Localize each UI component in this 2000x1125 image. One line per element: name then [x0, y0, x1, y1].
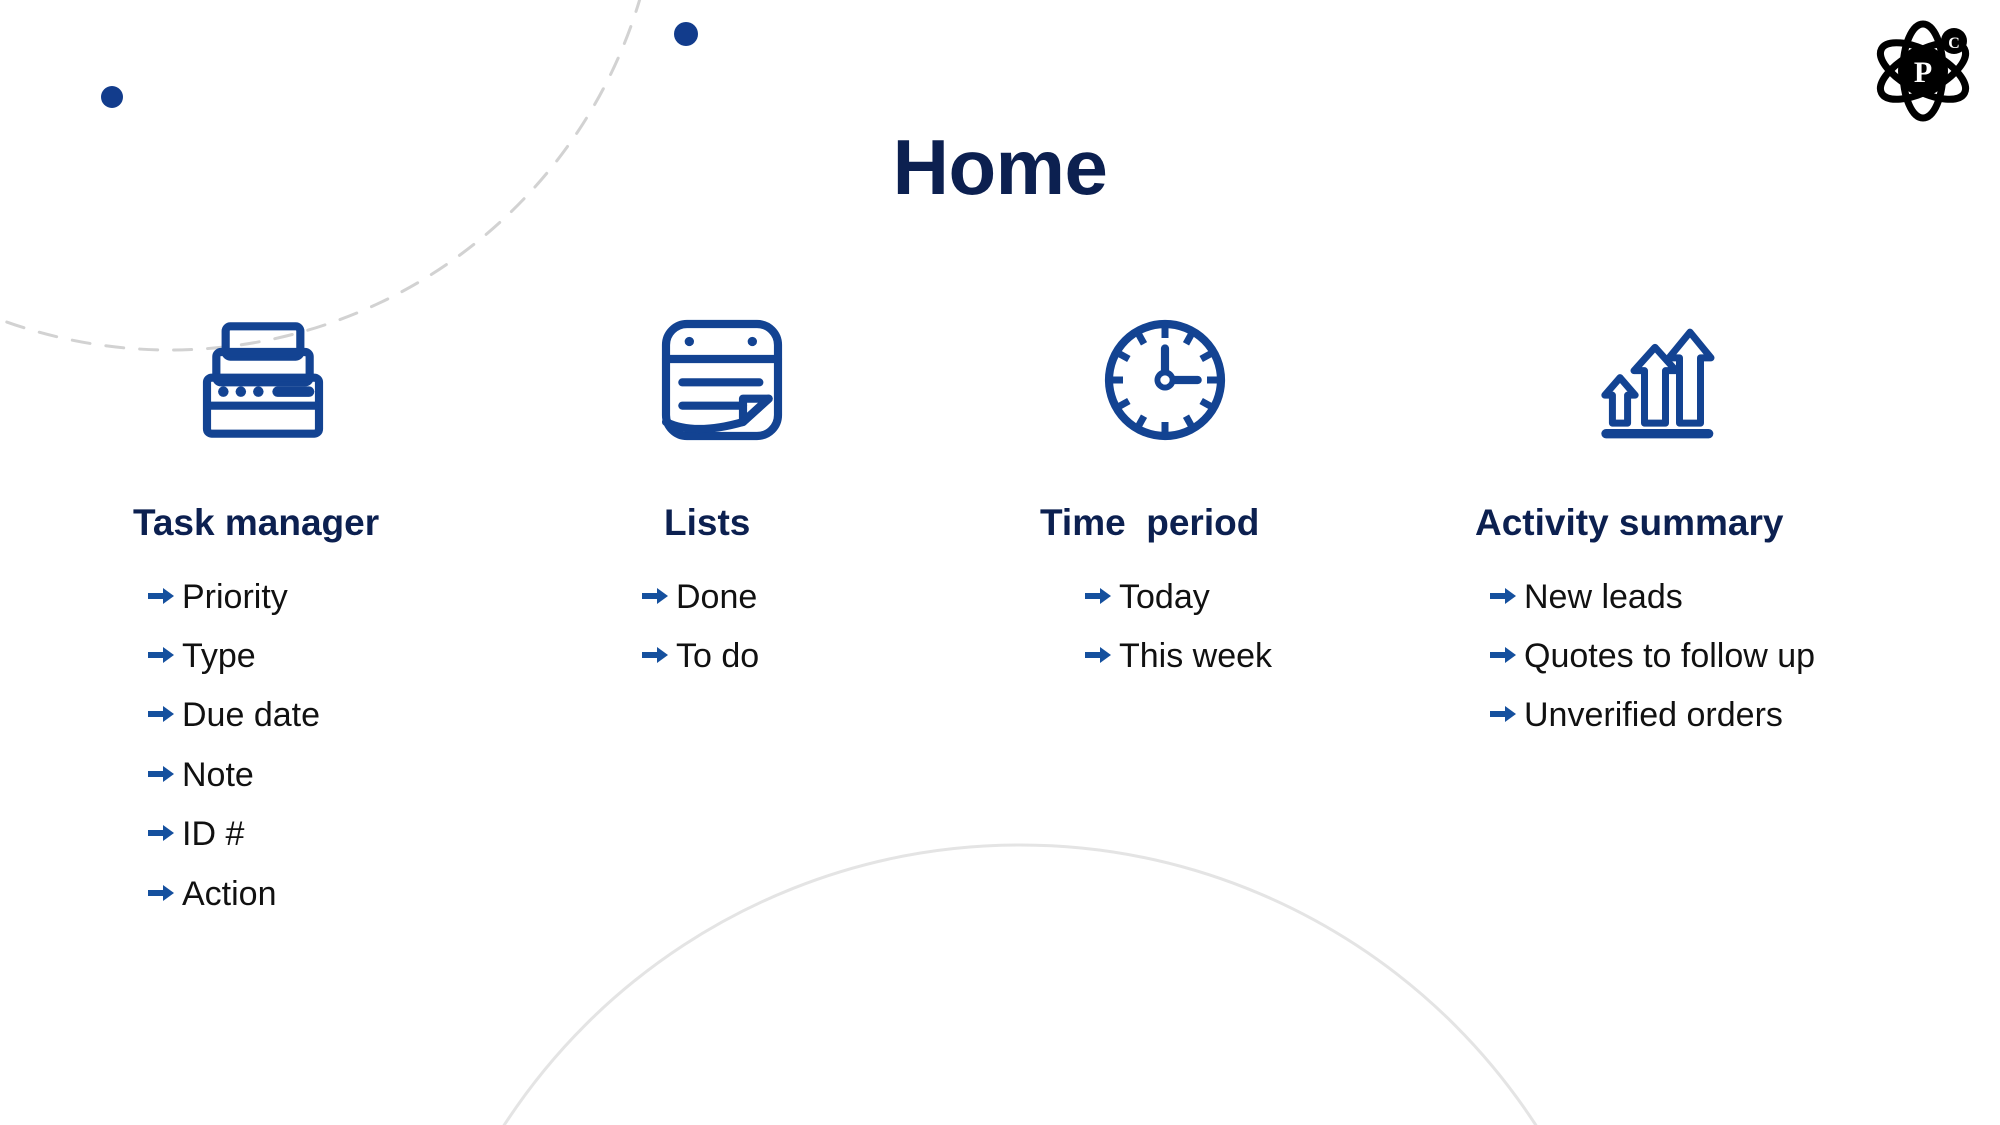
- clock-icon-wrap: [1040, 300, 1272, 460]
- list-item[interactable]: New leads: [1490, 577, 1815, 616]
- arrow-bullet-icon: [148, 586, 182, 606]
- column-activity-summary: Activity summary New leads Quotes to fol…: [1475, 300, 1815, 757]
- page-title: Home: [892, 123, 1108, 211]
- arrow-bullet-icon: [1085, 645, 1119, 665]
- list-activity-summary: New leads Quotes to follow up Unverified…: [1475, 577, 1816, 735]
- growth-arrows-icon: [1601, 328, 1715, 439]
- column-heading-lists: Lists: [664, 502, 751, 543]
- list-item[interactable]: To do: [642, 636, 792, 675]
- notepad-icon: [661, 319, 783, 441]
- list-time-period: Today This week: [1040, 577, 1273, 676]
- list-item[interactable]: Unverified orders: [1490, 696, 1815, 735]
- column-task-manager: Task manager Priority Type Due date Note…: [133, 300, 379, 935]
- column-lists: Lists Done To do: [632, 300, 792, 697]
- list-item-label: This week: [1119, 636, 1273, 675]
- list-item-label: Due date: [182, 696, 320, 735]
- arrow-bullet-icon: [642, 645, 676, 665]
- arrow-bullet-icon: [148, 883, 182, 903]
- feature-columns: Task manager Priority Type Due date Note…: [0, 300, 2000, 1060]
- arrow-bullet-icon: [148, 823, 182, 843]
- list-item-label: Unverified orders: [1524, 696, 1783, 735]
- list-item[interactable]: This week: [1085, 636, 1273, 675]
- column-time-period: Time period Today This week: [1040, 300, 1272, 697]
- list-item[interactable]: ID #: [148, 815, 379, 854]
- list-item[interactable]: Today: [1085, 577, 1272, 616]
- arrow-bullet-icon: [148, 645, 182, 665]
- tray-stack-icon: [202, 322, 324, 438]
- arrow-bullet-icon: [1490, 586, 1524, 606]
- list-item-label: Today: [1119, 577, 1210, 616]
- arrow-bullet-icon: [1085, 586, 1119, 606]
- accent-dot-right: [674, 22, 698, 46]
- list-item-label: ID #: [182, 815, 245, 854]
- list-item[interactable]: Due date: [148, 696, 379, 735]
- column-heading-time-period: Time period: [1040, 502, 1260, 543]
- column-heading-activity-summary: Activity summary: [1475, 502, 1784, 543]
- column-heading-task-manager: Task manager: [133, 502, 380, 543]
- list-item[interactable]: Quotes to follow up: [1490, 636, 1816, 675]
- list-item[interactable]: Note: [148, 755, 379, 794]
- logo-nucleus-letter: P: [1914, 56, 1932, 89]
- list-item[interactable]: Priority: [148, 577, 379, 616]
- clock-icon: [1104, 319, 1226, 441]
- logo-badge-letter: C: [1948, 35, 1960, 52]
- tray-stack-icon-wrap: [133, 300, 379, 460]
- atom-logo[interactable]: P C: [1868, 14, 1978, 124]
- accent-dot-left: [101, 86, 123, 108]
- list-lists: Done To do: [632, 577, 792, 676]
- list-item-label: Priority: [182, 577, 288, 616]
- list-item-label: To do: [676, 636, 760, 675]
- list-item-label: Action: [182, 874, 277, 913]
- list-item[interactable]: Type: [148, 636, 379, 675]
- arrow-bullet-icon: [148, 704, 182, 724]
- arrow-bullet-icon: [148, 764, 182, 784]
- arrow-bullet-icon: [1490, 645, 1524, 665]
- slide-canvas: P C Home Task manager Priority Type Due …: [0, 0, 2000, 1125]
- list-item[interactable]: Done: [642, 577, 792, 616]
- list-item-label: New leads: [1524, 577, 1683, 616]
- list-item[interactable]: Action: [148, 874, 379, 913]
- list-item-label: Type: [182, 636, 256, 675]
- list-item-label: Done: [676, 577, 758, 616]
- list-item-label: Note: [182, 755, 254, 794]
- list-task-manager: Priority Type Due date Note ID # Action: [133, 577, 379, 913]
- arrow-bullet-icon: [1490, 704, 1524, 724]
- arrow-bullet-icon: [642, 586, 676, 606]
- notepad-icon-wrap: [632, 300, 792, 460]
- growth-arrows-icon-wrap: [1475, 300, 1815, 460]
- list-item-label: Quotes to follow up: [1524, 636, 1816, 675]
